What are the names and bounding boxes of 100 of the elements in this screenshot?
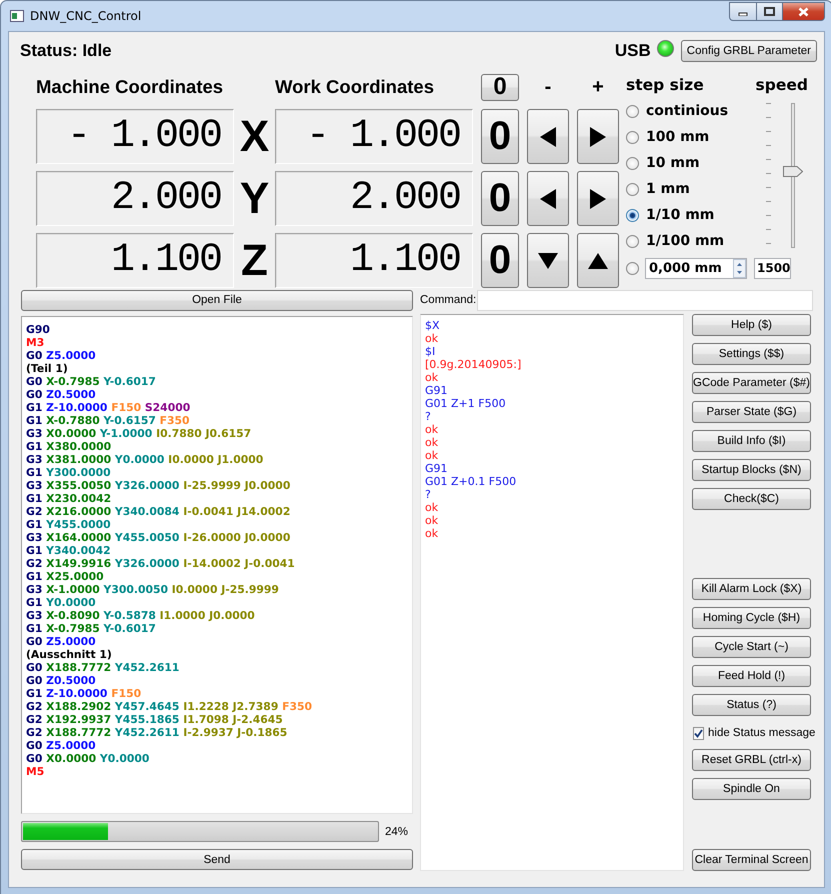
command-button[interactable]: Build Info ($I) — [692, 430, 811, 452]
column-heading: Work Coordinates — [275, 76, 435, 98]
maximize-button[interactable] — [756, 2, 782, 21]
command-button[interactable]: Parser State ($G) — [692, 401, 811, 423]
radio-button[interactable] — [626, 182, 639, 196]
minimize-button[interactable] — [729, 2, 756, 21]
terminal-line: G01 Z+1 F500 — [425, 397, 507, 410]
gcode-line[interactable]: G0 Z5.0000 — [26, 349, 408, 362]
gcode-line[interactable]: G3 X355.0050 Y326.0000 I-25.9999 J0.0000 — [26, 479, 408, 492]
radio-label[interactable]: 1/100 mm — [646, 233, 724, 249]
radio-button[interactable] — [626, 262, 639, 274]
zero-button[interactable]: 0 — [481, 109, 519, 164]
command-button[interactable]: Startup Blocks ($N) — [692, 459, 811, 481]
gcode-line[interactable]: G90 — [26, 323, 408, 336]
gcode-line[interactable]: G0 X188.7772 Y452.2611 — [26, 661, 408, 674]
gcode-line[interactable]: G0 Z5.0000 — [26, 635, 408, 648]
gcode-line[interactable]: G1 X230.0042 — [26, 492, 408, 505]
radio-label[interactable]: continious — [646, 103, 728, 119]
gcode-line[interactable]: (Teil 1) — [26, 362, 408, 375]
gcode-line[interactable]: G1 X-0.7985 Y-0.6017 — [26, 622, 408, 635]
close-icon — [798, 6, 809, 16]
command-button[interactable]: Cycle Start (~) — [692, 636, 811, 658]
gcode-line[interactable]: G1 Y340.0042 — [26, 544, 408, 557]
gcode-line[interactable]: G0 Z0.5000 — [26, 388, 408, 401]
coordinate-display: 1.100 — [36, 233, 234, 288]
radio-button[interactable] — [626, 156, 639, 170]
radio-label[interactable]: 10 mm — [646, 155, 700, 171]
command-button[interactable]: Homing Cycle ($H) — [692, 607, 811, 629]
close-button[interactable] — [782, 2, 825, 21]
zero-button[interactable]: 0 — [481, 233, 519, 288]
gcode-line[interactable]: G1 Z-10.0000 F150 S24000 — [26, 401, 408, 414]
gcode-line[interactable]: G3 X-0.8090 Y-0.5878 I1.0000 J0.0000 — [26, 609, 408, 622]
gcode-line[interactable]: G3 X0.0000 Y-1.0000 I0.7880 J0.6157 — [26, 427, 408, 440]
speed-slider[interactable] — [783, 100, 803, 251]
radio-button[interactable] — [626, 130, 639, 144]
gcode-line[interactable]: G0 Z0.5000 — [26, 674, 408, 687]
command-button[interactable]: Settings ($$) — [692, 343, 811, 365]
gcode-line[interactable]: G2 X192.9937 Y455.1865 I1.7098 J-2.4645 — [26, 713, 408, 726]
gcode-line[interactable]: G1 X380.0000 — [26, 440, 408, 453]
command-field[interactable] — [477, 290, 813, 310]
command-button[interactable]: GCode Parameter ($#) — [692, 372, 811, 394]
command-button[interactable]: Status (?) — [692, 694, 811, 716]
gcode-line[interactable]: G0 X-0.7985 Y-0.6017 — [26, 375, 408, 388]
gcode-line[interactable]: G2 X149.9916 Y326.0000 I-14.0002 J-0.0041 — [26, 557, 408, 570]
terminal-line: ok — [425, 332, 440, 345]
jog-button[interactable] — [577, 109, 619, 164]
gcode-line[interactable]: G2 X216.0000 Y340.0084 I-0.0041 J14.0002 — [26, 505, 408, 518]
clear-terminal-button[interactable]: Clear Terminal Screen — [692, 849, 811, 871]
gcode-line[interactable]: G2 X188.2902 Y457.4645 I1.2228 J2.7389 F350 — [26, 700, 408, 713]
axis-label: Y — [240, 174, 270, 224]
open-file-button[interactable]: Open File — [21, 290, 413, 310]
radio-button[interactable] — [626, 208, 639, 222]
gcode-line[interactable]: G1 X25.0000 — [26, 570, 408, 583]
gcode-line[interactable]: G3 X164.0000 Y455.0050 I-26.0000 J0.0000 — [26, 531, 408, 544]
jog-button[interactable] — [577, 233, 619, 288]
speed-field[interactable]: 1500 — [754, 258, 791, 278]
slider-thumb[interactable] — [783, 166, 803, 177]
gcode-line[interactable]: (Ausschnitt 1) — [26, 648, 408, 661]
terminal-line: ok — [425, 501, 440, 514]
terminal-line: $I — [425, 345, 436, 358]
gcode-line[interactable]: G1 Y0.0000 — [26, 596, 408, 609]
config-button[interactable]: Config GRBL Parameter — [680, 40, 817, 62]
command-label: Command: — [420, 294, 477, 306]
radio-label[interactable]: 100 mm — [646, 129, 710, 145]
command-button[interactable]: Check($C) — [692, 488, 811, 510]
jog-button[interactable] — [577, 171, 619, 226]
radio-button[interactable] — [626, 104, 639, 118]
usb-label: USB — [614, 41, 651, 61]
command-button[interactable]: Spindle On — [692, 778, 811, 800]
coordinate-display: 1.100 — [275, 233, 473, 288]
gcode-line[interactable]: G1 Y300.0000 — [26, 466, 408, 479]
command-button[interactable]: Kill Alarm Lock ($X) — [692, 578, 811, 600]
radio-label[interactable]: 1/10 mm — [646, 207, 714, 223]
jog-button[interactable] — [527, 233, 569, 288]
section-heading: step size — [626, 76, 705, 94]
send-button[interactable]: Send — [21, 849, 413, 870]
jog-button[interactable] — [527, 171, 569, 226]
jog-button[interactable] — [527, 109, 569, 164]
gcode-line[interactable]: M3 — [26, 336, 408, 349]
gcode-list[interactable] — [21, 316, 413, 814]
gcode-line[interactable]: M5 — [26, 765, 408, 778]
zero-button[interactable]: 0 — [481, 171, 519, 226]
gcode-line[interactable]: G3 X-1.0000 Y300.0050 I0.0000 J-25.9999 — [26, 583, 408, 596]
step-size-field[interactable]: 0,000 mm — [645, 258, 747, 278]
command-button[interactable]: Reset GRBL (ctrl-x) — [692, 749, 811, 771]
zero-all-button[interactable]: 0 — [481, 74, 519, 100]
gcode-line[interactable]: G0 X0.0000 Y0.0000 — [26, 752, 408, 765]
gcode-line[interactable]: G1 Z-10.0000 F150 — [26, 687, 408, 700]
radio-button[interactable] — [626, 234, 639, 248]
gcode-line[interactable]: G2 X188.7772 Y452.2611 I-2.9937 J-0.1865 — [26, 726, 408, 739]
gcode-line[interactable]: G1 X-0.7880 Y-0.6157 F350 — [26, 414, 408, 427]
command-button[interactable]: Help ($) — [692, 314, 811, 336]
coordinate-display: - 1.000 — [275, 109, 473, 164]
gcode-line[interactable]: G3 X381.0000 Y0.0000 I0.0000 J1.0000 — [26, 453, 408, 466]
gcode-line[interactable]: G0 Z5.0000 — [26, 739, 408, 752]
column-heading: Machine Coordinates — [36, 76, 224, 98]
terminal-line: ? — [425, 488, 432, 501]
radio-label[interactable]: 1 mm — [646, 181, 690, 197]
gcode-line[interactable]: G1 Y455.0000 — [26, 518, 408, 531]
command-button[interactable]: Feed Hold (!) — [692, 665, 811, 687]
